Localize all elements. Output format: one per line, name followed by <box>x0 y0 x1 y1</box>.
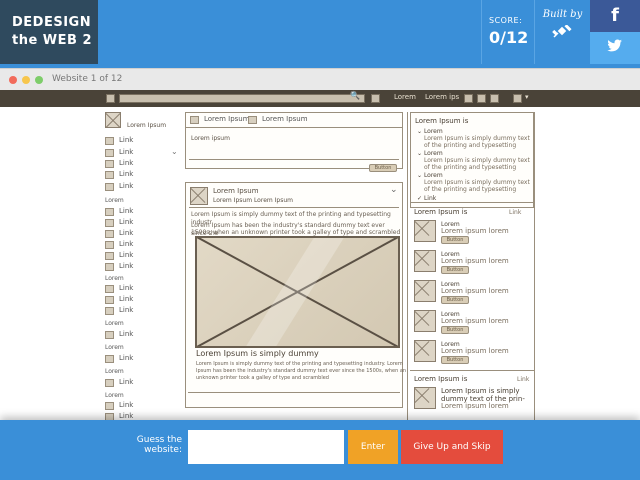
profile-label: Lorem Ipsum <box>127 122 167 129</box>
wireframe-box <box>513 94 522 103</box>
wireframe-group-label: Lorem <box>105 197 124 204</box>
wireframe-search-bar <box>119 94 365 103</box>
section-title: Lorem Ipsum is <box>414 375 468 383</box>
chevron-down-icon: ⌄ <box>171 147 178 156</box>
image-placeholder-icon <box>414 220 436 242</box>
built-by-link[interactable]: Built by <box>534 0 590 64</box>
caption-title: Lorem Ipsum is simply dummy <box>196 349 319 358</box>
news-item-title: ⌄ Lorem <box>417 150 443 157</box>
news-item-title: ⌄ Lorem <box>417 128 443 135</box>
score-value: 0/12 <box>489 28 529 47</box>
section-link: Link <box>517 376 530 383</box>
app-header: DEDESIGN the WEB 2 SCORE: 0/12 Built by … <box>0 0 640 64</box>
wireframe-box <box>464 94 473 103</box>
wireframe-box <box>477 94 486 103</box>
score-box: SCORE: 0/12 <box>481 0 534 64</box>
caption-text-line: unknown printer took a galley of type an… <box>196 375 329 381</box>
more-link: ✓ Link <box>417 195 437 202</box>
news-item-title: ⌄ Lorem <box>417 172 443 179</box>
score-label: SCORE: <box>489 16 523 25</box>
window-close-dot <box>9 76 17 84</box>
section-title: Lorem Ipsum is <box>414 208 468 216</box>
wireframe-box <box>371 94 380 103</box>
wireframe-button: Button <box>369 164 397 172</box>
website-guess-input[interactable] <box>188 430 344 464</box>
chevron-down-icon: ⌄ <box>390 185 398 195</box>
image-placeholder <box>195 236 400 348</box>
news-item-text: Lorem Ipsum is simply dummy text of the p… <box>424 179 530 193</box>
wireframe-group-label: Lorem <box>105 344 124 351</box>
window-minimize-dot <box>22 76 30 84</box>
window-maximize-dot <box>35 76 43 84</box>
news-item-text: Lorem Ipsum is simply dummy text of the p… <box>424 157 530 171</box>
search-icon: 🔍 <box>350 91 360 100</box>
post-title: Lorem Ipsum <box>213 187 259 195</box>
image-placeholder-icon <box>190 187 208 205</box>
facebook-icon: f <box>611 5 619 26</box>
satellite-icon <box>535 24 590 43</box>
enter-button[interactable]: Enter <box>348 430 398 464</box>
window-title: Website 1 of 12 <box>52 74 123 84</box>
browser-window-bar: Website 1 of 12 <box>0 68 640 90</box>
logo-line1: DEDESIGN <box>12 15 92 30</box>
caption-text-line: Ipsum has been the industry's standard d… <box>196 368 407 374</box>
wireframe-nav-link: Lorem ips <box>425 93 460 101</box>
twitter-icon <box>607 39 623 57</box>
wireframe-tab: Lorem Ipsum <box>248 115 308 126</box>
card-text: Lorem ipsum lorem <box>441 402 509 410</box>
wireframe-box <box>490 94 499 103</box>
wireframe-group-label: Lorem <box>105 320 124 327</box>
image-placeholder-icon <box>414 387 436 409</box>
chevron-down-icon: ▾ <box>525 93 529 101</box>
app-logo[interactable]: DEDESIGN the WEB 2 <box>0 0 98 64</box>
image-placeholder-icon <box>414 310 436 332</box>
logo-line2: the WEB 2 <box>12 33 93 48</box>
facebook-share-button[interactable]: f <box>590 0 640 32</box>
post-subtitle: Lorem Ipsum Lorem Ipsum <box>213 197 293 204</box>
wireframe-news-box: Lorem Ipsum is ⌄ Lorem Lorem Ipsum is si… <box>410 112 534 208</box>
guess-label: Guess the website: <box>136 435 182 455</box>
built-by-label: Built by <box>542 9 583 20</box>
section-link: Link <box>509 209 522 216</box>
twitter-share-button[interactable] <box>590 32 640 64</box>
wireframe-group-label: Lorem <box>105 392 124 399</box>
news-item-text: Lorem Ipsum is simply dummy text of the p… <box>424 135 530 149</box>
wireframe-topbar: 🔍 Lorem Lorem ips ▾ <box>0 90 640 107</box>
wireframe-logo-box <box>106 94 115 103</box>
wireframe-group-label: Lorem <box>105 368 124 375</box>
give-up-skip-button[interactable]: Give Up and Skip <box>401 430 503 464</box>
image-placeholder-icon <box>414 280 436 302</box>
panel-text: Lorem ipsum <box>191 135 230 142</box>
guess-bar: Guess the website: Enter Give Up and Ski… <box>0 420 640 480</box>
image-placeholder-icon <box>105 112 121 128</box>
image-placeholder-icon <box>414 340 436 362</box>
wireframe-nav-link: Lorem <box>394 93 416 101</box>
section-title: Lorem Ipsum is <box>415 117 469 125</box>
card-title: Lorem Ipsum is simply dummy text of the p… <box>441 387 525 403</box>
wireframe-post-box: Lorem Ipsum Lorem Ipsum Lorem ipsum Butt… <box>185 112 403 172</box>
image-placeholder-icon <box>414 250 436 272</box>
website-wireframe: 🔍 Lorem Lorem ips ▾ Lorem Ipsum Link Lin… <box>0 90 640 420</box>
caption-text-line: Lorem Ipsum is simply dummy text of the … <box>196 361 403 367</box>
wireframe-group-label: Lorem <box>105 275 124 282</box>
wireframe-tab: Lorem Ipsum <box>190 115 250 126</box>
